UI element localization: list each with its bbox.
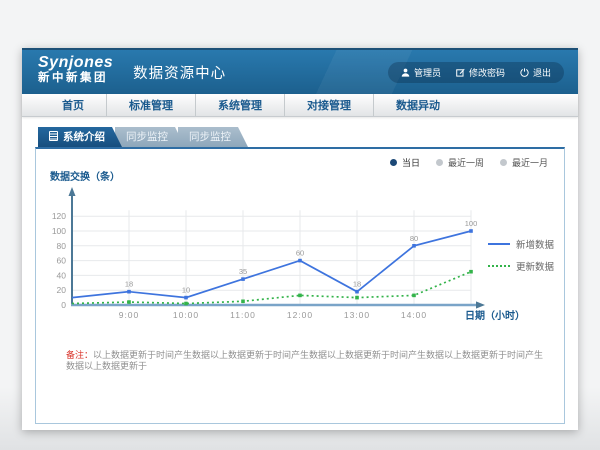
nav-item-2[interactable]: 系统管理: [195, 94, 284, 116]
power-icon: [520, 68, 529, 77]
brand-logo-primary: Synjones: [38, 55, 113, 72]
content-area: 系统介绍同步监控同步监控 当日最近一周最近一月 0204060801001209…: [22, 117, 578, 424]
svg-text:18: 18: [125, 280, 133, 289]
note-prefix: 备注：: [66, 350, 93, 360]
tab-bar: 系统介绍同步监控同步监控: [35, 127, 565, 147]
footer-note: 备注：以上数据更新于时间产生数据以上数据更新于时间产生数据以上数据更新于时间产生…: [66, 350, 544, 373]
svg-text:120: 120: [52, 211, 66, 221]
svg-text:数据交换（条）: 数据交换（条）: [50, 170, 120, 183]
svg-text:20: 20: [57, 285, 67, 295]
document-icon: [49, 131, 58, 141]
svg-text:60: 60: [296, 249, 304, 258]
person-icon: [401, 68, 410, 77]
main-nav: 首页标准管理系统管理对接管理数据异动: [22, 94, 578, 117]
svg-text:11:00: 11:00: [230, 310, 256, 320]
user-menu[interactable]: 管理员: [401, 66, 441, 79]
user-name: 管理员: [414, 66, 441, 79]
svg-text:100: 100: [465, 219, 478, 228]
legend-label: 更新数据: [516, 259, 554, 273]
tab-2[interactable]: 同步监控: [178, 127, 248, 147]
nav-item-0[interactable]: 首页: [40, 94, 106, 116]
line-chart: 0 20 40 60 80 100 120 9:00 10:00 11:00 12:00 13:00 1…: [42, 165, 528, 335]
svg-text:10:00: 10:00: [173, 310, 199, 320]
edit-icon: [456, 68, 465, 77]
legend-item-1: 更新数据: [488, 255, 554, 277]
svg-text:13:00: 13:00: [344, 310, 370, 320]
user-toolbar: 管理员 修改密码 退出: [388, 62, 564, 83]
logout-label: 退出: [533, 66, 551, 79]
svg-text:80: 80: [57, 241, 67, 251]
svg-text:35: 35: [239, 267, 247, 276]
svg-text:40: 40: [57, 270, 67, 280]
svg-text:14:00: 14:00: [401, 310, 427, 320]
legend-item-0: 新增数据: [488, 233, 554, 255]
app-header: Synjones 新中新集团 数据资源中心 管理员 修改密码 退出: [22, 48, 578, 94]
page-title: 数据资源中心: [133, 62, 226, 84]
svg-text:80: 80: [410, 234, 418, 243]
app-window: Synjones 新中新集团 数据资源中心 管理员 修改密码 退出 首页标准管理…: [22, 48, 578, 430]
svg-text:9:00: 9:00: [119, 310, 140, 320]
logout-button[interactable]: 退出: [520, 66, 551, 79]
page-background: { "header": { "logo_primary": "Synjones"…: [0, 0, 600, 450]
svg-text:10: 10: [182, 286, 190, 295]
series-legend: 新增数据更新数据: [488, 233, 554, 277]
nav-item-4[interactable]: 数据异动: [373, 94, 462, 116]
content-panel: 当日最近一周最近一月 0204060801001209:0010:0011:00…: [35, 147, 565, 424]
svg-text:0: 0: [61, 300, 66, 310]
brand-logo[interactable]: Synjones 新中新集团: [38, 55, 113, 84]
svg-text:日期（小时）: 日期（小时）: [465, 309, 525, 322]
legend-swatch: [488, 265, 510, 267]
legend-swatch: [488, 243, 510, 245]
tab-0[interactable]: 系统介绍: [38, 127, 122, 147]
nav-item-3[interactable]: 对接管理: [284, 94, 373, 116]
nav-item-1[interactable]: 标准管理: [106, 94, 195, 116]
svg-text:60: 60: [57, 256, 67, 266]
tab-1[interactable]: 同步监控: [115, 127, 185, 147]
legend-label: 新增数据: [516, 237, 554, 251]
svg-text:12:00: 12:00: [287, 310, 313, 320]
brand-logo-secondary: 新中新集团: [38, 72, 113, 84]
change-password-label: 修改密码: [469, 66, 505, 79]
svg-text:100: 100: [52, 226, 66, 236]
note-text: 以上数据更新于时间产生数据以上数据更新于时间产生数据以上数据更新于时间产生数据以…: [66, 350, 543, 372]
svg-text:18: 18: [353, 280, 361, 289]
change-password-button[interactable]: 修改密码: [456, 66, 505, 79]
